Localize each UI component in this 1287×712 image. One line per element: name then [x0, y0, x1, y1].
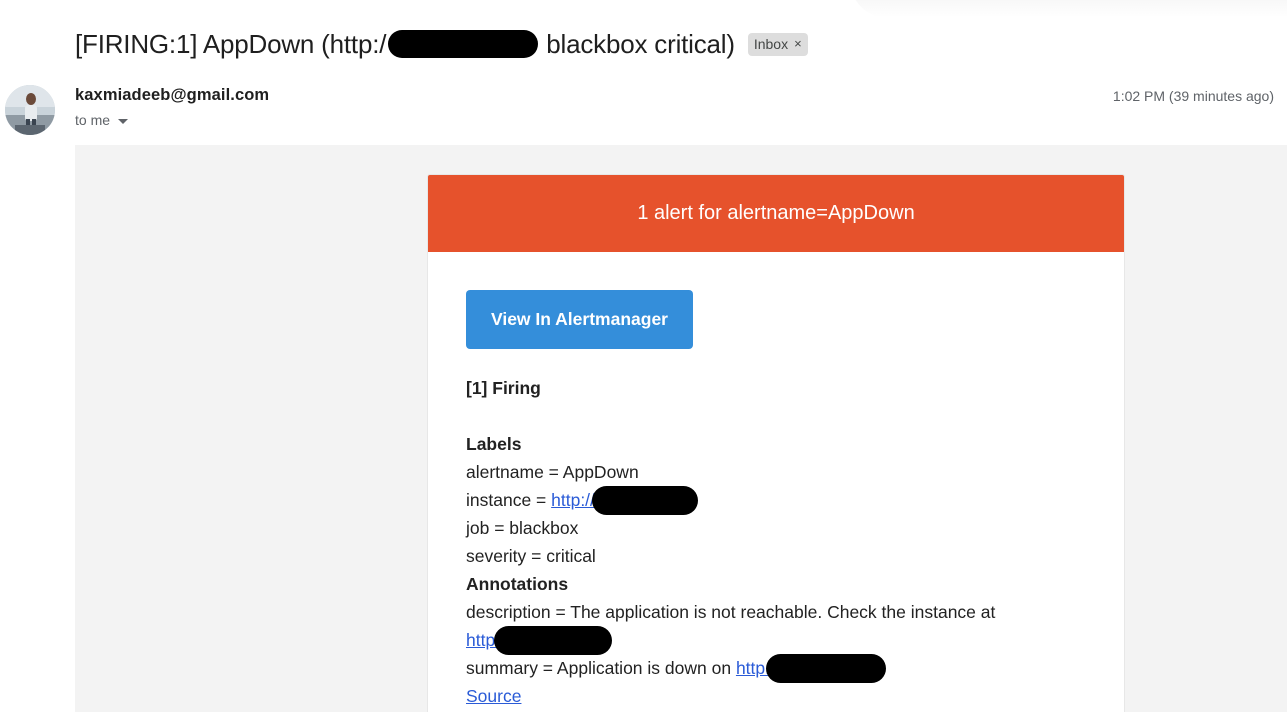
alert-details: Labels alertname = AppDown instance = ht…	[466, 430, 1086, 710]
recipient-details-toggle[interactable]: to me	[75, 112, 129, 128]
redaction-mark	[494, 626, 613, 655]
email-subject: [FIRING:1] AppDown (http:/ blackbox crit…	[75, 27, 808, 61]
avatar-photo	[5, 85, 55, 135]
label-alertname: alertname = AppDown	[466, 462, 639, 482]
subject-suffix: blackbox critical)	[546, 28, 735, 59]
instance-link[interactable]: http://	[551, 490, 595, 510]
summary-link[interactable]: http:	[736, 658, 770, 678]
annotation-description: description = The application is not rea…	[466, 602, 996, 622]
redaction-mark	[766, 654, 886, 683]
email-body: 1 alert for alertname=AppDown View In Al…	[75, 145, 1287, 712]
subject-prefix: [FIRING:1] AppDown (http:/	[75, 28, 387, 59]
inbox-label-chip[interactable]: Inbox ×	[747, 32, 808, 56]
alert-content: View In Alertmanager [1] Firing Labels a…	[428, 252, 1124, 710]
sender-avatar[interactable]	[5, 85, 55, 135]
toolbar-shadow	[850, 0, 1287, 18]
annotations-heading: Annotations	[466, 574, 569, 594]
inbox-label-text: Inbox	[753, 35, 789, 52]
view-in-alertmanager-button[interactable]: View In Alertmanager	[466, 290, 693, 349]
source-link[interactable]: Source	[466, 686, 521, 706]
labels-heading: Labels	[466, 434, 522, 454]
label-instance: instance = http://	[466, 486, 1086, 515]
redaction-mark	[591, 486, 698, 515]
sender-email[interactable]: kaxmiadeeb@gmail.com	[75, 86, 269, 105]
annotation-description-link-line: http:	[466, 626, 1086, 655]
remove-label-icon[interactable]: ×	[794, 37, 802, 50]
email-timestamp: 1:02 PM (39 minutes ago)	[1112, 88, 1274, 104]
alert-card: 1 alert for alertname=AppDown View In Al…	[427, 174, 1125, 712]
source-line: Source	[466, 682, 1086, 710]
summary-prefix: summary = Application is down on	[466, 658, 736, 678]
instance-prefix: instance =	[466, 490, 552, 510]
redaction-mark	[388, 30, 539, 58]
label-severity: severity = critical	[466, 546, 596, 566]
alert-header: 1 alert for alertname=AppDown	[428, 175, 1124, 252]
chevron-down-icon[interactable]	[118, 118, 129, 124]
recipient-text: to me	[75, 112, 111, 128]
email-view: [FIRING:1] AppDown (http:/ blackbox crit…	[0, 0, 1287, 712]
label-job: job = blackbox	[466, 518, 579, 538]
annotation-summary: summary = Application is down on http:	[466, 654, 1086, 683]
firing-title: [1] Firing	[466, 378, 541, 398]
